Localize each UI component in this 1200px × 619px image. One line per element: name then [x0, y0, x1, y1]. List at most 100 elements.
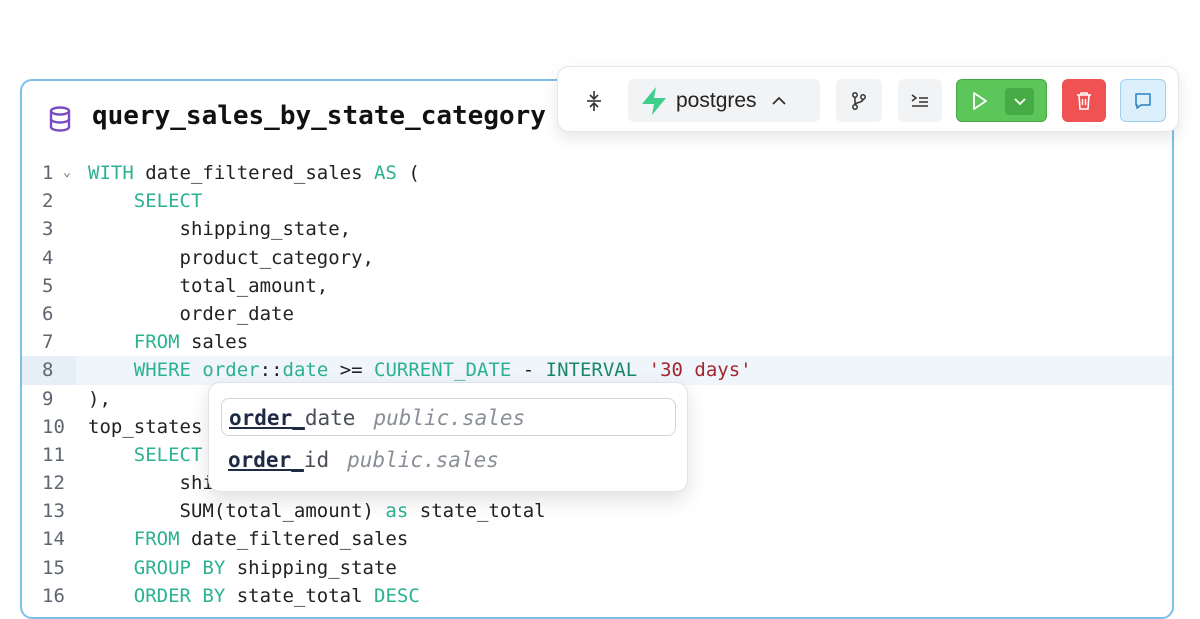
- code-token: order_date: [88, 302, 294, 325]
- query-toolbar: postgres: [557, 66, 1179, 132]
- table-hint: public.sales: [373, 406, 526, 430]
- autocomplete-item[interactable]: order_date public.sales: [221, 398, 676, 436]
- code-token: SUM(total_amount): [88, 500, 386, 523]
- code-token: date_filtered_sales: [179, 528, 409, 551]
- code-token: total_amount,: [88, 274, 329, 297]
- code-line[interactable]: 4 product_category,: [22, 244, 1172, 272]
- code-token: top_states: [88, 415, 203, 438]
- format-button[interactable]: [898, 79, 942, 122]
- code-line[interactable]: 7 FROM sales: [22, 328, 1172, 356]
- run-options-button[interactable]: [1005, 88, 1034, 115]
- code-line[interactable]: 8 WHERE order::date >= CURRENT_DATE - IN…: [22, 356, 1172, 385]
- line-number: 10: [42, 415, 65, 438]
- code-text: ORDER BY state_total DESC: [88, 582, 420, 610]
- play-icon: [973, 91, 987, 110]
- line-number: 14: [42, 528, 65, 551]
- code-text: SUM(total_amount) as state_total: [88, 497, 546, 525]
- collapse-button[interactable]: [574, 79, 614, 122]
- code-token: shipping_state: [225, 556, 397, 579]
- line-number: 16: [42, 584, 65, 607]
- branch-button[interactable]: [836, 79, 882, 122]
- code-text: SELECT: [88, 441, 203, 469]
- code-token: sales: [179, 331, 249, 354]
- code-line[interactable]: 14 FROM date_filtered_sales: [22, 525, 1172, 553]
- line-number: 13: [42, 500, 65, 523]
- query-title[interactable]: query_sales_by_state_category: [92, 101, 546, 131]
- code-line[interactable]: 5 total_amount,: [22, 272, 1172, 300]
- line-number: 7: [42, 331, 54, 354]
- code-token: as: [385, 500, 409, 523]
- code-token: WHERE: [133, 359, 191, 382]
- code-line[interactable]: 15 GROUP BY shipping_state: [22, 554, 1172, 582]
- code-token: -: [511, 359, 546, 382]
- trash-icon: [1077, 91, 1091, 110]
- database-icon: [49, 106, 71, 132]
- collapse-icon: [587, 90, 601, 111]
- code-token: date: [282, 359, 329, 382]
- code-text: shi: [88, 469, 214, 497]
- code-line[interactable]: 6 order_date: [22, 300, 1172, 328]
- line-number: 9: [42, 387, 54, 410]
- code-token: ORDER BY: [133, 584, 226, 607]
- chevron-down-icon: [1013, 98, 1026, 106]
- code-text: GROUP BY shipping_state: [88, 554, 397, 582]
- code-line[interactable]: 16 ORDER BY state_total DESC: [22, 582, 1172, 610]
- code-text: shipping_state,: [88, 215, 352, 243]
- code-line[interactable]: 13 SUM(total_amount) as state_total: [22, 497, 1172, 525]
- line-number: 5: [42, 274, 54, 297]
- code-text: product_category,: [88, 244, 374, 272]
- code-token: GROUP BY: [133, 556, 226, 579]
- delete-button[interactable]: [1062, 79, 1106, 122]
- database-selector[interactable]: postgres: [628, 79, 820, 122]
- indent-icon: [911, 93, 928, 107]
- fold-chevron-icon[interactable]: ⌄: [63, 159, 71, 187]
- code-token: SELECT: [133, 190, 203, 213]
- autocomplete-popup: order_date public.sales order_id public.sal…: [208, 382, 688, 492]
- code-token: INTERVAL: [545, 359, 638, 382]
- supabase-logo-icon: [642, 86, 666, 115]
- code-text: total_amount,: [88, 272, 329, 300]
- code-token: shi: [88, 472, 214, 495]
- query-card[interactable]: query_sales_by_state_category 1 ⌄ WITH dat…: [20, 79, 1174, 619]
- code-token: FROM: [133, 331, 180, 354]
- code-text: WITH date_filtered_sales AS (: [88, 159, 420, 187]
- code-text: WHERE order::date >= CURRENT_DATE - INTE…: [88, 356, 752, 384]
- line-number: 3: [42, 218, 54, 241]
- code-token: (: [396, 162, 420, 184]
- code-line[interactable]: 3 shipping_state,: [22, 215, 1172, 243]
- table-hint: public.sales: [347, 448, 499, 472]
- run-button[interactable]: [956, 79, 1047, 122]
- code-line[interactable]: 2 SELECT: [22, 187, 1172, 215]
- code-text: FROM date_filtered_sales: [88, 525, 409, 553]
- code-token: state_total: [408, 500, 546, 523]
- line-number: 6: [42, 302, 54, 325]
- match-text: order_: [229, 406, 305, 430]
- autocomplete-item[interactable]: order_id public.sales: [221, 441, 676, 479]
- line-number: 2: [42, 190, 54, 213]
- code-token: >=: [328, 359, 375, 382]
- code-token: state_total: [225, 584, 374, 607]
- code-token: SELECT: [133, 443, 203, 466]
- code-token: WITH: [88, 162, 134, 184]
- code-text: order_date: [88, 300, 294, 328]
- completion-text: id: [303, 448, 330, 472]
- comment-button[interactable]: [1120, 79, 1166, 122]
- completion-text: date: [304, 406, 356, 430]
- code-token: shipping_state,: [88, 218, 352, 241]
- line-number: 11: [42, 443, 65, 466]
- code-token: order: [202, 359, 260, 382]
- chevron-up-icon: [771, 96, 786, 105]
- database-name: postgres: [676, 88, 757, 112]
- code-line[interactable]: 1 ⌄ WITH date_filtered_sales AS (: [22, 159, 1172, 187]
- code-token: '30 days': [648, 359, 752, 382]
- line-number: 15: [42, 556, 65, 579]
- code-token: ),: [88, 387, 111, 410]
- code-token: date_filtered_sales: [133, 162, 374, 184]
